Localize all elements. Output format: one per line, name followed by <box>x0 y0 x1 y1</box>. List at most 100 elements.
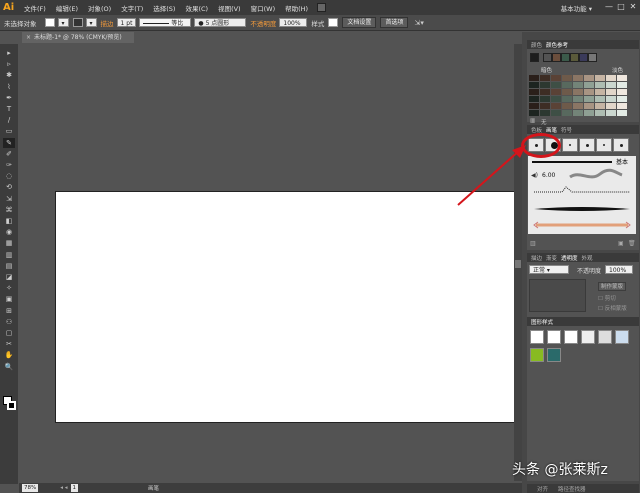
guide-swatch[interactable] <box>562 75 572 81</box>
guide-swatch[interactable] <box>540 75 550 81</box>
eraser-tool-icon[interactable]: ◌ <box>3 171 15 181</box>
tab-pathfinder[interactable]: 路径查找器 <box>558 485 586 493</box>
guide-swatch[interactable] <box>551 75 561 81</box>
guide-swatch[interactable] <box>584 96 594 102</box>
menu-view[interactable]: 视图(V) <box>213 3 246 13</box>
menu-window[interactable]: 窗口(W) <box>246 3 281 13</box>
tab-color-guide[interactable]: 颜色参考 <box>546 41 568 49</box>
opacity-field[interactable]: 100% <box>279 18 308 27</box>
menu-type[interactable]: 文字(T) <box>116 3 148 13</box>
guide-swatch[interactable] <box>584 89 594 95</box>
guide-swatch[interactable] <box>551 82 561 88</box>
mesh-tool-icon[interactable]: ▥ <box>3 250 15 260</box>
menu-help[interactable]: 帮助(H) <box>280 3 313 13</box>
guide-swatch[interactable] <box>595 110 605 116</box>
stroke-color-widget[interactable] <box>7 401 16 410</box>
magic-wand-icon[interactable]: ✱ <box>3 70 15 80</box>
style-swatch[interactable] <box>564 330 578 344</box>
symbol-sprayer-icon[interactable]: ◉ <box>3 227 15 237</box>
brush-preset[interactable] <box>613 138 629 152</box>
warp-tool-icon[interactable]: ⌘ <box>3 205 15 215</box>
brush-list[interactable]: 基本 ◀) 6.00 <box>528 156 636 234</box>
guide-swatch[interactable] <box>573 96 583 102</box>
tab-brushes[interactable]: 画笔 <box>546 126 557 134</box>
clip-checkbox[interactable]: ☐ 剪切 <box>598 294 616 302</box>
rectangle-tool-icon[interactable]: ▭ <box>3 126 15 136</box>
menu-select[interactable]: 选择(S) <box>148 3 180 13</box>
guide-swatch[interactable] <box>584 110 594 116</box>
transp-opacity-field[interactable]: 100% <box>605 265 633 274</box>
scale-tool-icon[interactable]: ⇲ <box>3 194 15 204</box>
guide-swatch[interactable] <box>562 103 572 109</box>
guide-swatch[interactable] <box>573 75 583 81</box>
guide-swatch[interactable] <box>573 110 583 116</box>
stroke-weight-field[interactable]: 1 pt <box>116 18 137 27</box>
guide-swatch[interactable] <box>595 75 605 81</box>
pencil-tool-icon[interactable]: ✐ <box>3 149 15 159</box>
document-tab[interactable]: × 未标题-1* @ 78% (CMYK/预览) <box>22 32 134 43</box>
guide-swatch[interactable] <box>529 103 539 109</box>
hand-tool-icon[interactable]: ✋ <box>3 350 15 360</box>
close-icon[interactable]: ✕ <box>628 2 638 12</box>
guide-swatch[interactable] <box>617 110 627 116</box>
guide-swatch[interactable] <box>606 75 616 81</box>
paintbrush-tool-icon[interactable]: ✎ <box>3 137 15 148</box>
opacity-label[interactable]: 不透明度 <box>250 18 276 28</box>
new-brush-icon[interactable]: ▣ <box>618 240 624 247</box>
guide-swatch[interactable] <box>595 96 605 102</box>
guide-swatch[interactable] <box>529 89 539 95</box>
type-tool-icon[interactable]: T <box>3 104 15 114</box>
free-transform-icon[interactable]: ◧ <box>3 216 15 226</box>
scroll-thumb[interactable] <box>515 260 521 268</box>
guide-swatch[interactable] <box>562 89 572 95</box>
guide-swatch[interactable] <box>584 75 594 81</box>
guide-swatch[interactable] <box>573 103 583 109</box>
pen-tool-icon[interactable]: ✒ <box>3 93 15 103</box>
canvas-area[interactable] <box>19 44 519 481</box>
selection-tool-icon[interactable]: ▸ <box>3 48 15 58</box>
guide-swatch[interactable] <box>606 103 616 109</box>
guide-swatch[interactable] <box>584 103 594 109</box>
menu-effect[interactable]: 效果(C) <box>180 3 213 13</box>
guide-swatch[interactable] <box>606 82 616 88</box>
bridge-icon[interactable] <box>317 3 327 12</box>
zoom-tool-icon[interactable]: 🔍 <box>3 362 15 372</box>
arrange-icon[interactable]: ⇲▾ <box>414 19 423 27</box>
crop-icon[interactable]: ▢ <box>3 328 15 338</box>
style-swatch[interactable] <box>615 330 629 344</box>
guide-swatch[interactable] <box>573 89 583 95</box>
fill-swatch[interactable] <box>44 18 55 27</box>
page-field[interactable]: 1 <box>70 484 79 492</box>
guide-swatch[interactable] <box>606 110 616 116</box>
menu-edit[interactable]: 编辑(E) <box>51 3 83 13</box>
guide-swatch[interactable] <box>529 75 539 81</box>
tab-gradient[interactable]: 渐变 <box>546 254 557 262</box>
brush-select[interactable]: ● 5 点圆形 <box>194 18 247 27</box>
tab-align[interactable]: 对齐 <box>537 485 548 493</box>
guide-swatch[interactable] <box>529 82 539 88</box>
harmony-swatch[interactable] <box>561 53 570 62</box>
blob-brush-icon[interactable]: ✑ <box>3 160 15 170</box>
guide-swatch[interactable] <box>617 82 627 88</box>
guide-swatch[interactable] <box>529 96 539 102</box>
eyedropper-icon[interactable]: ◪ <box>3 272 15 282</box>
stroke-dropdown[interactable]: ▾ <box>85 18 97 27</box>
maximize-icon[interactable]: □ <box>616 2 626 12</box>
guide-swatch[interactable] <box>562 110 572 116</box>
zoom-field[interactable]: 78% <box>22 484 39 492</box>
guide-swatch[interactable] <box>595 103 605 109</box>
guide-swatch[interactable] <box>540 110 550 116</box>
tab-graphic-styles[interactable]: 图形样式 <box>531 318 553 326</box>
style-swatch[interactable] <box>581 330 595 344</box>
guide-swatch[interactable] <box>529 110 539 116</box>
tab-stroke[interactable]: 描边 <box>531 254 542 262</box>
tab-symbols[interactable]: 符号 <box>561 126 572 134</box>
page-nav[interactable]: ◂ ◂ <box>60 485 67 491</box>
style-swatch[interactable] <box>530 348 544 362</box>
stroke-profile-select[interactable]: 等比 <box>139 18 192 27</box>
guide-swatch[interactable] <box>606 89 616 95</box>
guide-swatch[interactable] <box>606 96 616 102</box>
brush-library-icon[interactable]: ▥ <box>530 240 536 247</box>
lasso-icon[interactable]: ⌇ <box>3 82 15 92</box>
guide-swatch[interactable] <box>617 96 627 102</box>
